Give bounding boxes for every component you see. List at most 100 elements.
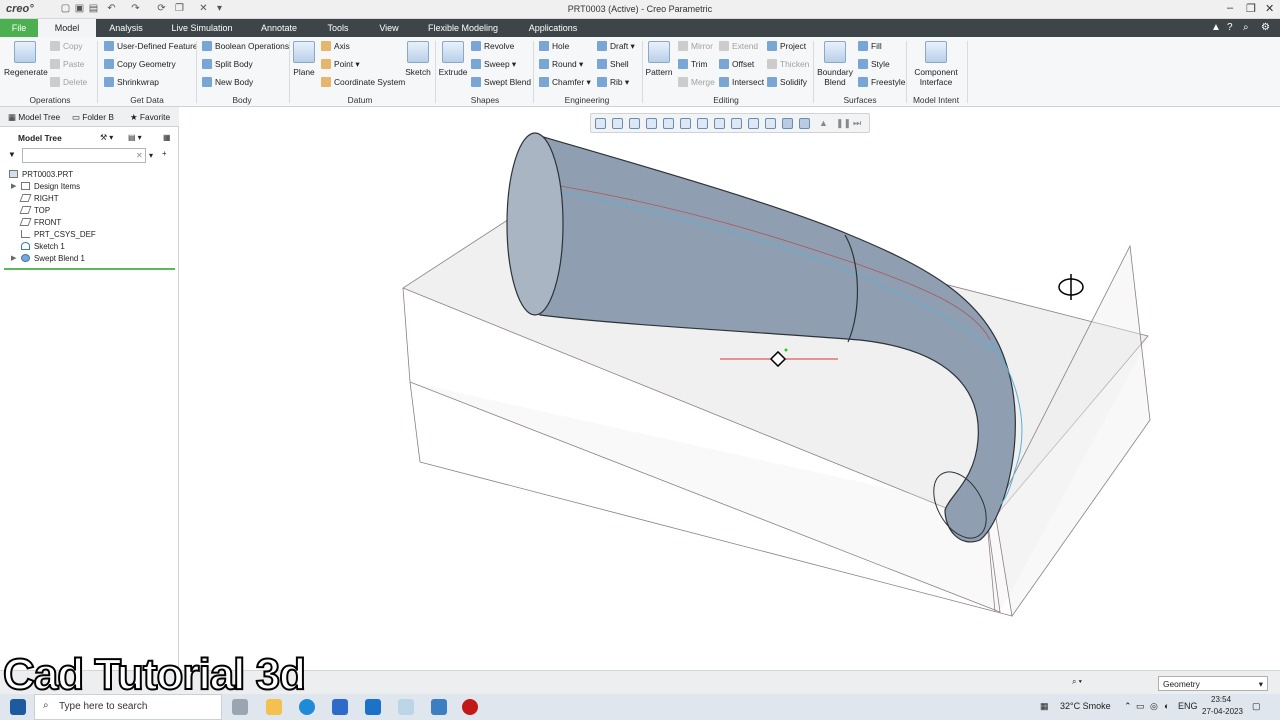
clear-search-icon[interactable]: ✕ bbox=[136, 151, 143, 160]
tree-item-right[interactable]: RIGHT bbox=[19, 194, 59, 203]
display-style-icon[interactable] bbox=[663, 118, 674, 129]
view-manager-icon[interactable] bbox=[697, 118, 708, 129]
expand-icon[interactable]: ▶ bbox=[11, 254, 16, 262]
offset-button[interactable]: Offset bbox=[719, 59, 754, 70]
windows-start-icon[interactable] bbox=[10, 699, 26, 715]
tree-item-top[interactable]: TOP bbox=[19, 206, 50, 215]
annotation-display-icon[interactable] bbox=[765, 118, 776, 129]
tab-model[interactable]: Model bbox=[38, 19, 96, 37]
copy-button[interactable]: Copy bbox=[50, 41, 83, 52]
pause-icon[interactable]: ❚❚ bbox=[836, 118, 851, 129]
volume-icon[interactable]: ◐ bbox=[1164, 701, 1169, 711]
datum-display-icon[interactable] bbox=[748, 118, 759, 129]
fill-button[interactable]: Fill bbox=[858, 41, 882, 52]
weather-icon[interactable]: ▦ bbox=[1040, 701, 1049, 712]
playback-icon[interactable]: ⏭ bbox=[853, 118, 864, 129]
triangle-icon[interactable]: ▲ bbox=[819, 118, 830, 129]
group-get-data[interactable]: Get Data bbox=[112, 95, 182, 105]
task-view-icon[interactable] bbox=[232, 699, 248, 715]
group-editing[interactable]: Editing bbox=[700, 95, 752, 105]
clock-date[interactable]: 27-04-2023 bbox=[1202, 707, 1243, 716]
tab-model-tree[interactable]: ▦ Model Tree bbox=[8, 112, 60, 122]
tab-tools[interactable]: Tools bbox=[318, 19, 358, 37]
edge-icon[interactable] bbox=[299, 699, 315, 715]
group-surfaces[interactable]: Surfaces bbox=[834, 95, 886, 105]
extend-button[interactable]: Extend bbox=[719, 41, 758, 52]
group-engineering[interactable]: Engineering bbox=[556, 95, 618, 105]
group-shapes[interactable]: Shapes bbox=[460, 95, 510, 105]
battery-icon[interactable]: ▭ bbox=[1136, 701, 1145, 712]
merge-button[interactable]: Merge bbox=[678, 77, 715, 88]
filter-icon[interactable]: ▼ bbox=[8, 150, 16, 159]
weather-text[interactable]: 32°C Smoke bbox=[1060, 701, 1111, 711]
axis-button[interactable]: Axis bbox=[321, 41, 350, 52]
show-icon[interactable]: ▤ ▾ bbox=[128, 133, 142, 142]
store-icon[interactable] bbox=[332, 699, 348, 715]
close-icon[interactable]: ✕ bbox=[1265, 2, 1274, 15]
swept-blend-button[interactable]: Swept Blend bbox=[471, 77, 531, 88]
new-body-button[interactable]: New Body bbox=[202, 77, 253, 88]
paste-button[interactable]: Paste bbox=[50, 59, 84, 70]
draft-button[interactable]: Draft ▾ bbox=[597, 41, 635, 52]
tree-search-input[interactable] bbox=[22, 148, 146, 163]
notifications-icon[interactable]: ▢ bbox=[1252, 701, 1261, 712]
settings-icon[interactable]: ⚙ bbox=[1261, 22, 1270, 33]
thicken-button[interactable]: Thicken bbox=[767, 59, 809, 70]
udf-button[interactable]: User-Defined Feature bbox=[104, 41, 198, 52]
repaint-icon[interactable] bbox=[646, 118, 657, 129]
collapse-ribbon-icon[interactable]: ▲ bbox=[1211, 22, 1221, 33]
tree-settings-icon[interactable]: ⚒ ▾ bbox=[100, 133, 113, 142]
point-button[interactable]: Point ▾ bbox=[321, 59, 360, 70]
plane-button[interactable]: Plane bbox=[293, 41, 315, 77]
component-interface-button[interactable]: Component Interface bbox=[912, 41, 960, 87]
shell-button[interactable]: Shell bbox=[597, 59, 629, 70]
creo-taskbar-icon[interactable] bbox=[431, 699, 447, 715]
hole-button[interactable]: Hole bbox=[539, 41, 569, 52]
expand-icon[interactable]: ▶ bbox=[11, 182, 16, 190]
tree-item-swept-blend[interactable]: ▶ Swept Blend 1 bbox=[11, 254, 85, 263]
tree-item-front[interactable]: FRONT bbox=[19, 218, 61, 227]
file-explorer-icon[interactable] bbox=[266, 699, 282, 715]
tree-item-csys[interactable]: PRT_CSYS_DEF bbox=[21, 230, 96, 239]
tab-file[interactable]: File bbox=[0, 19, 38, 37]
mirror-button[interactable]: Mirror bbox=[678, 41, 713, 52]
perspective-view-icon[interactable] bbox=[714, 118, 725, 129]
add-filter-icon[interactable]: + bbox=[162, 149, 167, 158]
network-icon[interactable]: ◎ bbox=[1150, 701, 1158, 712]
solidify-button[interactable]: Solidify bbox=[767, 77, 807, 88]
insert-indicator[interactable] bbox=[4, 268, 175, 270]
copy-geometry-button[interactable]: Copy Geometry bbox=[104, 59, 176, 70]
revolve-button[interactable]: Revolve bbox=[471, 41, 514, 52]
search-command-icon[interactable]: ⌕ bbox=[1243, 22, 1249, 33]
app-icon[interactable] bbox=[398, 699, 414, 715]
shrinkwrap-button[interactable]: Shrinkwrap bbox=[104, 77, 159, 88]
group-model-intent[interactable]: Model Intent bbox=[906, 95, 966, 105]
recorder-icon[interactable] bbox=[462, 699, 478, 715]
minimize-icon[interactable]: – bbox=[1227, 2, 1233, 14]
help-icon[interactable]: ? bbox=[1227, 22, 1233, 33]
saved-orientations-icon[interactable] bbox=[680, 118, 691, 129]
zoom-out-icon[interactable] bbox=[629, 118, 640, 129]
language-indicator[interactable]: ENG bbox=[1178, 701, 1198, 711]
tree-columns-icon[interactable]: ▦ bbox=[163, 133, 170, 142]
extrude-button[interactable]: Extrude bbox=[438, 41, 468, 77]
tree-item-design-items[interactable]: ▶ Design Items bbox=[11, 182, 80, 191]
delete-button[interactable]: Delete bbox=[50, 77, 87, 88]
clock-time[interactable]: 23:54 bbox=[1211, 695, 1231, 704]
sketch-button[interactable]: Sketch bbox=[404, 41, 432, 77]
tab-annotate[interactable]: Annotate bbox=[250, 19, 308, 37]
style-button[interactable]: Style bbox=[858, 59, 890, 70]
freestyle-button[interactable]: Freestyle bbox=[858, 77, 905, 88]
tab-folder-browser[interactable]: ▭ Folder B bbox=[72, 112, 114, 122]
regenerate-button[interactable]: Regenerate bbox=[4, 41, 48, 77]
spin-center-toggle-icon[interactable] bbox=[782, 118, 793, 129]
round-button[interactable]: Round ▾ bbox=[539, 59, 583, 70]
find-icon[interactable]: ⌕ ▾ bbox=[1072, 677, 1082, 687]
coordinate-system-button[interactable]: Coordinate System bbox=[321, 77, 405, 88]
csys-display-icon[interactable] bbox=[799, 118, 810, 129]
graphics-area[interactable] bbox=[180, 107, 1280, 670]
pattern-button[interactable]: Pattern bbox=[645, 41, 673, 77]
refit-icon[interactable] bbox=[595, 118, 606, 129]
trim-button[interactable]: Trim bbox=[678, 59, 707, 70]
zoom-in-icon[interactable] bbox=[612, 118, 623, 129]
